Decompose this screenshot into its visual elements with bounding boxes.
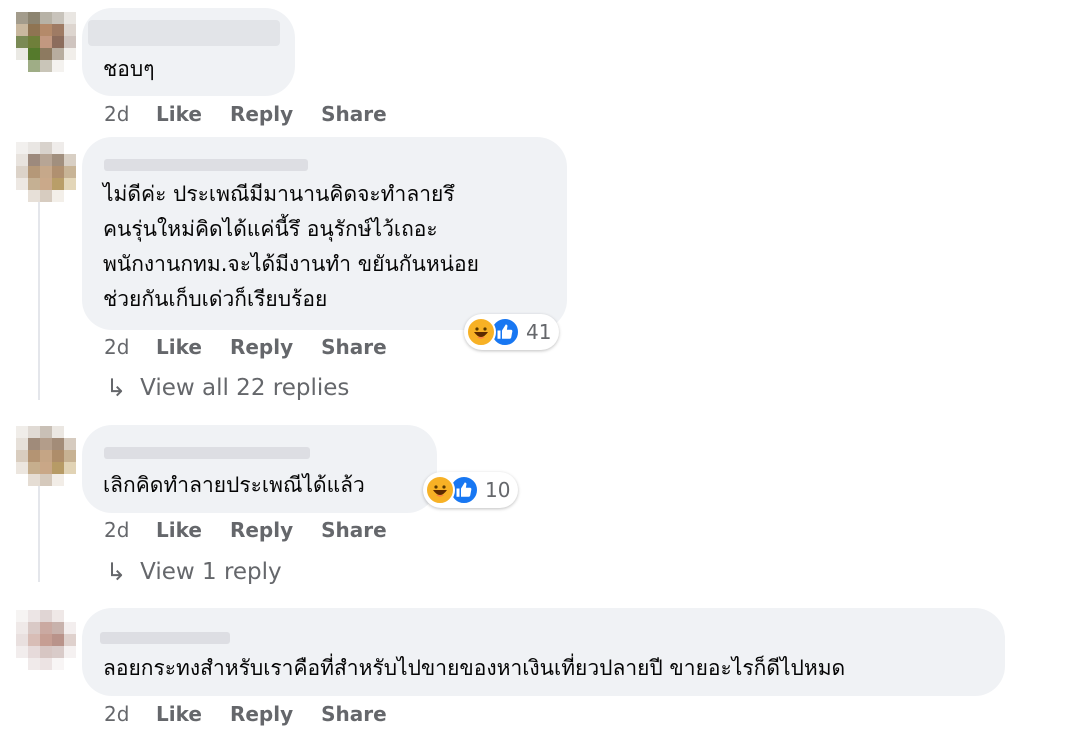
- comment-bubble: ชอบๆ: [82, 8, 295, 96]
- comment-text: เลิกคิดทำลายประเพณีได้แล้ว: [103, 473, 365, 497]
- comment-actions: 2d Like Reply Share: [104, 518, 415, 542]
- share-button[interactable]: Share: [321, 102, 387, 126]
- comment-bubble: ไม่ดีค่ะ ประเพณีมีมานานคิดจะทำลายรึ คนรุ…: [82, 137, 567, 330]
- blurred-author-name[interactable]: [88, 20, 280, 46]
- reaction-count: 10: [485, 478, 511, 502]
- comment-timestamp[interactable]: 2d: [104, 102, 156, 126]
- view-replies-label: View all 22 replies: [140, 375, 350, 401]
- comment-text: ชอบๆ: [103, 57, 155, 81]
- blurred-author-name[interactable]: [104, 447, 310, 459]
- comment-text-line: พนักงานกทม.จะได้มีงานทำ ขยันกันหน่อย: [103, 252, 479, 276]
- haha-icon: [466, 317, 496, 347]
- comment-bubble: ลอยกระทงสำหรับเราคือที่สำหรับไปขายของหาเ…: [82, 608, 1005, 696]
- comment-text-line: ช่วยกันเก็บเด่วก็เรียบร้อย: [103, 287, 328, 311]
- comment-actions: 2d Like Reply Share: [104, 102, 415, 126]
- share-button[interactable]: Share: [321, 518, 387, 542]
- comment-text: ลอยกระทงสำหรับเราคือที่สำหรับไปขายของหาเ…: [103, 656, 846, 680]
- comment-timestamp[interactable]: 2d: [104, 335, 156, 359]
- comment-text-line: ไม่ดีค่ะ ประเพณีมีมานานคิดจะทำลายรึ: [103, 182, 455, 206]
- like-button[interactable]: Like: [156, 102, 202, 126]
- reply-arrow-icon: ↳: [106, 558, 127, 586]
- reply-arrow-icon: ↳: [106, 374, 127, 402]
- comment-text-line: คนรุ่นใหม่คิดได้แค่นี้รึ อนุรักษ์ไว้เถอะ: [103, 217, 438, 241]
- thread-line: [38, 200, 40, 400]
- reaction-summary[interactable]: 41: [464, 314, 560, 350]
- reply-button[interactable]: Reply: [230, 702, 293, 726]
- comment-timestamp[interactable]: 2d: [104, 702, 156, 726]
- comment-actions: 2d Like Reply Share: [104, 702, 415, 726]
- avatar[interactable]: [16, 610, 76, 670]
- reply-button[interactable]: Reply: [230, 518, 293, 542]
- reaction-summary[interactable]: 10: [423, 472, 519, 508]
- comment-actions: 2d Like Reply Share: [104, 335, 415, 359]
- like-button[interactable]: Like: [156, 702, 202, 726]
- share-button[interactable]: Share: [321, 702, 387, 726]
- comment-timestamp[interactable]: 2d: [104, 518, 156, 542]
- comment-bubble: เลิกคิดทำลายประเพณีได้แล้ว: [82, 425, 437, 513]
- reply-button[interactable]: Reply: [230, 102, 293, 126]
- blurred-author-name[interactable]: [100, 632, 230, 644]
- blurred-author-name[interactable]: [104, 159, 308, 171]
- share-button[interactable]: Share: [321, 335, 387, 359]
- view-replies-label: View 1 reply: [140, 559, 282, 585]
- view-replies-link[interactable]: ↳ View 1 reply: [106, 558, 282, 586]
- reply-button[interactable]: Reply: [230, 335, 293, 359]
- avatar[interactable]: [16, 142, 76, 202]
- avatar[interactable]: [16, 12, 76, 72]
- haha-icon: [425, 475, 455, 505]
- avatar[interactable]: [16, 426, 76, 486]
- view-replies-link[interactable]: ↳ View all 22 replies: [106, 374, 349, 402]
- reaction-count: 41: [526, 320, 552, 344]
- thread-line: [38, 486, 40, 582]
- like-button[interactable]: Like: [156, 335, 202, 359]
- like-button[interactable]: Like: [156, 518, 202, 542]
